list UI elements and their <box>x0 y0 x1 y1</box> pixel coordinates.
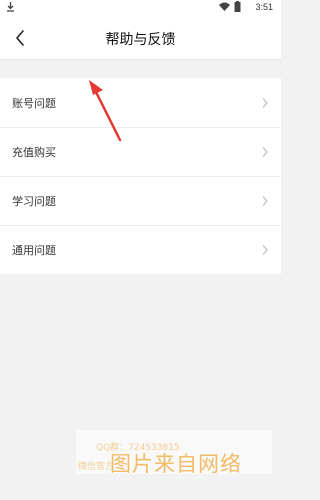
menu-item-label: 通用问题 <box>12 243 56 257</box>
wifi-icon <box>219 2 230 11</box>
menu-item-general[interactable]: 通用问题 <box>0 225 281 274</box>
page-title: 帮助与反馈 <box>105 32 176 48</box>
watermark-wechat: 微信官方 <box>78 462 115 472</box>
menu-item-recharge[interactable]: 充值购买 <box>0 127 281 176</box>
watermark-main: 图片来自网络 <box>110 452 242 476</box>
chevron-right-icon <box>262 244 268 255</box>
chevron-right-icon <box>262 195 268 206</box>
menu-item-label: 账号问题 <box>12 96 56 110</box>
status-time: 3:51 <box>255 2 273 12</box>
download-icon <box>7 2 14 12</box>
menu-item-study[interactable]: 学习问题 <box>0 176 281 225</box>
menu-item-label: 充值购买 <box>12 145 56 159</box>
help-menu-list: 账号问题 充值购买 学习问题 通用问题 <box>0 78 281 274</box>
status-bar: 3:51 <box>0 0 281 15</box>
menu-item-label: 学习问题 <box>12 194 56 208</box>
chevron-right-icon <box>262 97 268 108</box>
battery-icon <box>234 1 241 12</box>
app-header: 帮助与反馈 <box>0 15 281 60</box>
chevron-right-icon <box>262 146 268 157</box>
menu-item-account[interactable]: 账号问题 <box>0 78 281 127</box>
watermark: QQ群：724533815 微信官方 图片来自网络 <box>76 430 272 476</box>
